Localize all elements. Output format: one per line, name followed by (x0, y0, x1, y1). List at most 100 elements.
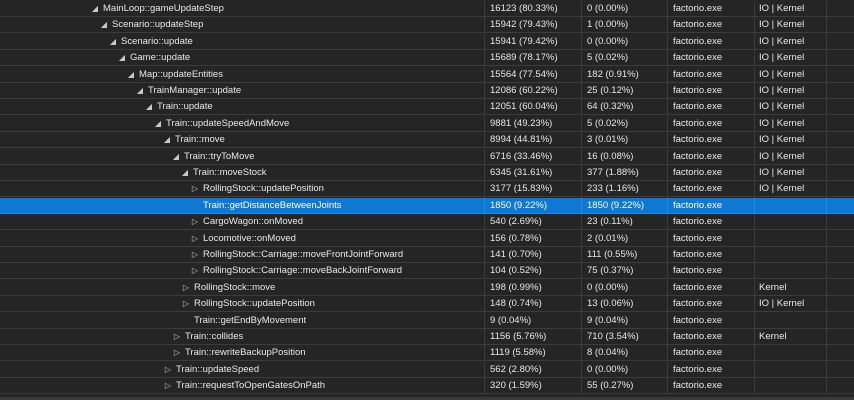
function-name-cell: ◢ TrainManager::update (0, 83, 485, 99)
total-samples-cell: 3177 (15.83%) (485, 181, 582, 198)
empty-cell (827, 99, 854, 116)
expand-arrow-icon[interactable]: ◢ (180, 165, 190, 180)
collapse-arrow-icon[interactable]: ▷ (181, 280, 191, 295)
table-row[interactable]: ▷ Train::requestToOpenGatesOnPath 320 (1.5… (0, 378, 854, 395)
collapse-arrow-icon[interactable]: ▷ (163, 378, 173, 393)
function-name-cell: ◢ Game::update (0, 50, 485, 67)
expand-arrow-icon[interactable]: ◢ (108, 34, 118, 49)
total-samples-cell: 8994 (44.81%) (485, 132, 582, 149)
table-row[interactable]: ◢ Scenario::updateStep 15942 (79.43%) 1 (0.… (0, 17, 854, 34)
function-name-cell: ▷ RollingStock::Carriage::moveBackJointFo… (0, 263, 485, 280)
function-name-cell: ▷ RollingStock::move (0, 279, 485, 296)
category-cell: IO | Kernel (755, 83, 827, 99)
collapse-arrow-icon[interactable]: ▷ (190, 231, 200, 246)
total-samples-cell: 15689 (78.17%) (485, 50, 582, 67)
total-samples-cell: 540 (2.69%) (485, 214, 582, 231)
module-cell: factorio.exe (668, 214, 755, 231)
expand-arrow-icon[interactable]: ◢ (117, 50, 127, 65)
function-name: Scenario::update (121, 35, 193, 47)
function-name-cell: Train::getEndByMovement (0, 312, 485, 329)
table-row[interactable]: ◢ Game::update 15689 (78.17%) 5 (0.02%) fact… (0, 50, 854, 67)
function-name: Train::tryToMove (184, 150, 255, 162)
self-samples-cell: 55 (0.27%) (582, 378, 668, 395)
module-cell: factorio.exe (668, 50, 755, 67)
self-samples-cell: 0 (0.00%) (582, 33, 668, 50)
collapse-arrow-icon[interactable]: ▷ (181, 296, 191, 311)
collapse-arrow-icon[interactable]: ▷ (190, 263, 200, 278)
table-row[interactable]: ▷ RollingStock::updatePosition 148 (0.74%)… (0, 296, 854, 313)
function-name: RollingStock::updatePosition (194, 298, 315, 310)
table-row[interactable]: ▷ RollingStock::updatePosition 3177 (15.83… (0, 181, 854, 198)
table-row[interactable]: ▷ RollingStock::Carriage::moveFrontJointF… (0, 247, 854, 263)
function-name-cell: ▷ Train::updateSpeed (0, 361, 485, 378)
function-name-cell: ◢ Map::updateEntities (0, 66, 485, 83)
self-samples-cell: 0 (0.00%) (582, 1, 668, 17)
function-name-cell: ◢ Train::move (0, 132, 485, 149)
category-cell: IO | Kernel (755, 50, 827, 67)
expand-arrow-icon[interactable]: ◢ (99, 17, 109, 32)
total-samples-cell: 104 (0.52%) (485, 263, 582, 280)
module-cell: factorio.exe (668, 165, 755, 181)
module-cell: factorio.exe (668, 230, 755, 247)
empty-cell (827, 345, 854, 362)
function-name: Train::move (175, 134, 225, 146)
table-row[interactable]: ◢ TrainManager::update 12086 (60.22%) 25 (0… (0, 83, 854, 99)
module-cell: factorio.exe (668, 329, 755, 345)
table-row[interactable]: ◢ Train::update 12051 (60.04%) 64 (0.32%) fa… (0, 99, 854, 116)
function-name: Locomotive::onMoved (203, 232, 296, 244)
expand-arrow-icon[interactable]: ◢ (126, 67, 136, 82)
function-name-cell: ◢ Train::updateSpeedAndMove (0, 115, 485, 132)
function-name-cell: ◢ Scenario::updateStep (0, 17, 485, 34)
table-row[interactable]: ▷ Train::updateSpeed 562 (2.80%) 0 (0.00%) f… (0, 361, 854, 378)
table-row-selected[interactable]: Train::getDistanceBetweenJoints 1850 (9.2… (0, 197, 854, 214)
category-cell (755, 345, 827, 362)
collapse-arrow-icon[interactable]: ▷ (190, 214, 200, 229)
function-name: Scenario::updateStep (112, 19, 204, 31)
table-row[interactable]: ▷ Locomotive::onMoved 156 (0.78%) 2 (0.01%)… (0, 230, 854, 247)
expand-arrow-icon[interactable]: ◢ (171, 149, 181, 164)
self-samples-cell: 5 (0.02%) (582, 50, 668, 67)
self-samples-cell: 75 (0.37%) (582, 263, 668, 280)
table-row[interactable]: ◢ Scenario::update 15941 (79.42%) 0 (0.00%)… (0, 33, 854, 50)
expand-arrow-icon[interactable]: ◢ (144, 99, 154, 114)
table-row[interactable]: ◢ MainLoop::gameUpdateStep 16123 (80.33%) 0… (0, 1, 854, 17)
expand-arrow-icon[interactable]: ◢ (135, 83, 145, 98)
self-samples-cell: 182 (0.91%) (582, 66, 668, 83)
table-row[interactable]: ▷ RollingStock::move 198 (0.99%) 0 (0.00%) f… (0, 279, 854, 296)
empty-cell (827, 181, 854, 198)
empty-cell (827, 132, 854, 149)
table-row[interactable]: ▷ Train::rewriteBackupPosition 1119 (5.58%… (0, 345, 854, 362)
table-row[interactable]: ◢ Train::move 8994 (44.81%) 3 (0.01%) factor… (0, 132, 854, 149)
table-row[interactable]: Train::getEndByMovement 9 (0.04%) 9 (0.04%… (0, 312, 854, 329)
category-cell: IO | Kernel (755, 99, 827, 116)
table-row[interactable]: ▷ RollingStock::Carriage::moveBackJointFo… (0, 263, 854, 280)
function-name: Map::updateEntities (139, 68, 223, 80)
table-row[interactable]: ◢ Train::updateSpeedAndMove 9881 (49.23%) 5… (0, 115, 854, 132)
empty-cell (827, 280, 854, 296)
table-row[interactable]: ◢ Map::updateEntities 15564 (77.54%) 182 (0… (0, 66, 854, 83)
function-name-cell: ◢ Train::tryToMove (0, 148, 485, 165)
collapse-arrow-icon[interactable]: ▷ (163, 362, 173, 377)
expand-arrow-icon[interactable]: ◢ (90, 1, 100, 16)
table-row[interactable]: ◢ Train::moveStock 6345 (31.61%) 377 (1.88%… (0, 165, 854, 181)
function-name: Train::collides (185, 331, 244, 342)
collapse-arrow-icon[interactable]: ▷ (172, 329, 182, 344)
call-tree-grid: ◢ MainLoop::gameUpdateStep 16123 (80.33%) 0… (0, 0, 854, 400)
module-cell: factorio.exe (668, 132, 755, 149)
collapse-arrow-icon[interactable]: ▷ (190, 181, 200, 196)
self-samples-cell: 3 (0.01%) (582, 132, 668, 149)
table-row[interactable]: ▷ CargoWagon::onMoved 540 (2.69%) 23 (0.11%… (0, 214, 854, 231)
function-name: Train::rewriteBackupPosition (185, 347, 306, 359)
collapse-arrow-icon[interactable]: ▷ (172, 345, 182, 360)
empty-cell (827, 1, 854, 17)
function-name-cell: ◢ Scenario::update (0, 33, 485, 50)
function-name-cell: ◢ Train::update (0, 99, 485, 116)
collapse-arrow-icon[interactable]: ▷ (190, 247, 200, 262)
table-row[interactable]: ▷ Train::collides 1156 (5.76%) 710 (3.54%) f… (0, 329, 854, 345)
table-row[interactable]: ◢ Train::tryToMove 6716 (33.46%) 16 (0.08%)… (0, 148, 854, 165)
self-samples-cell: 25 (0.12%) (582, 83, 668, 99)
expand-arrow-icon[interactable]: ◢ (153, 116, 163, 131)
self-samples-cell: 64 (0.32%) (582, 99, 668, 116)
category-cell: IO | Kernel (755, 296, 827, 313)
expand-arrow-icon[interactable]: ◢ (162, 132, 172, 147)
